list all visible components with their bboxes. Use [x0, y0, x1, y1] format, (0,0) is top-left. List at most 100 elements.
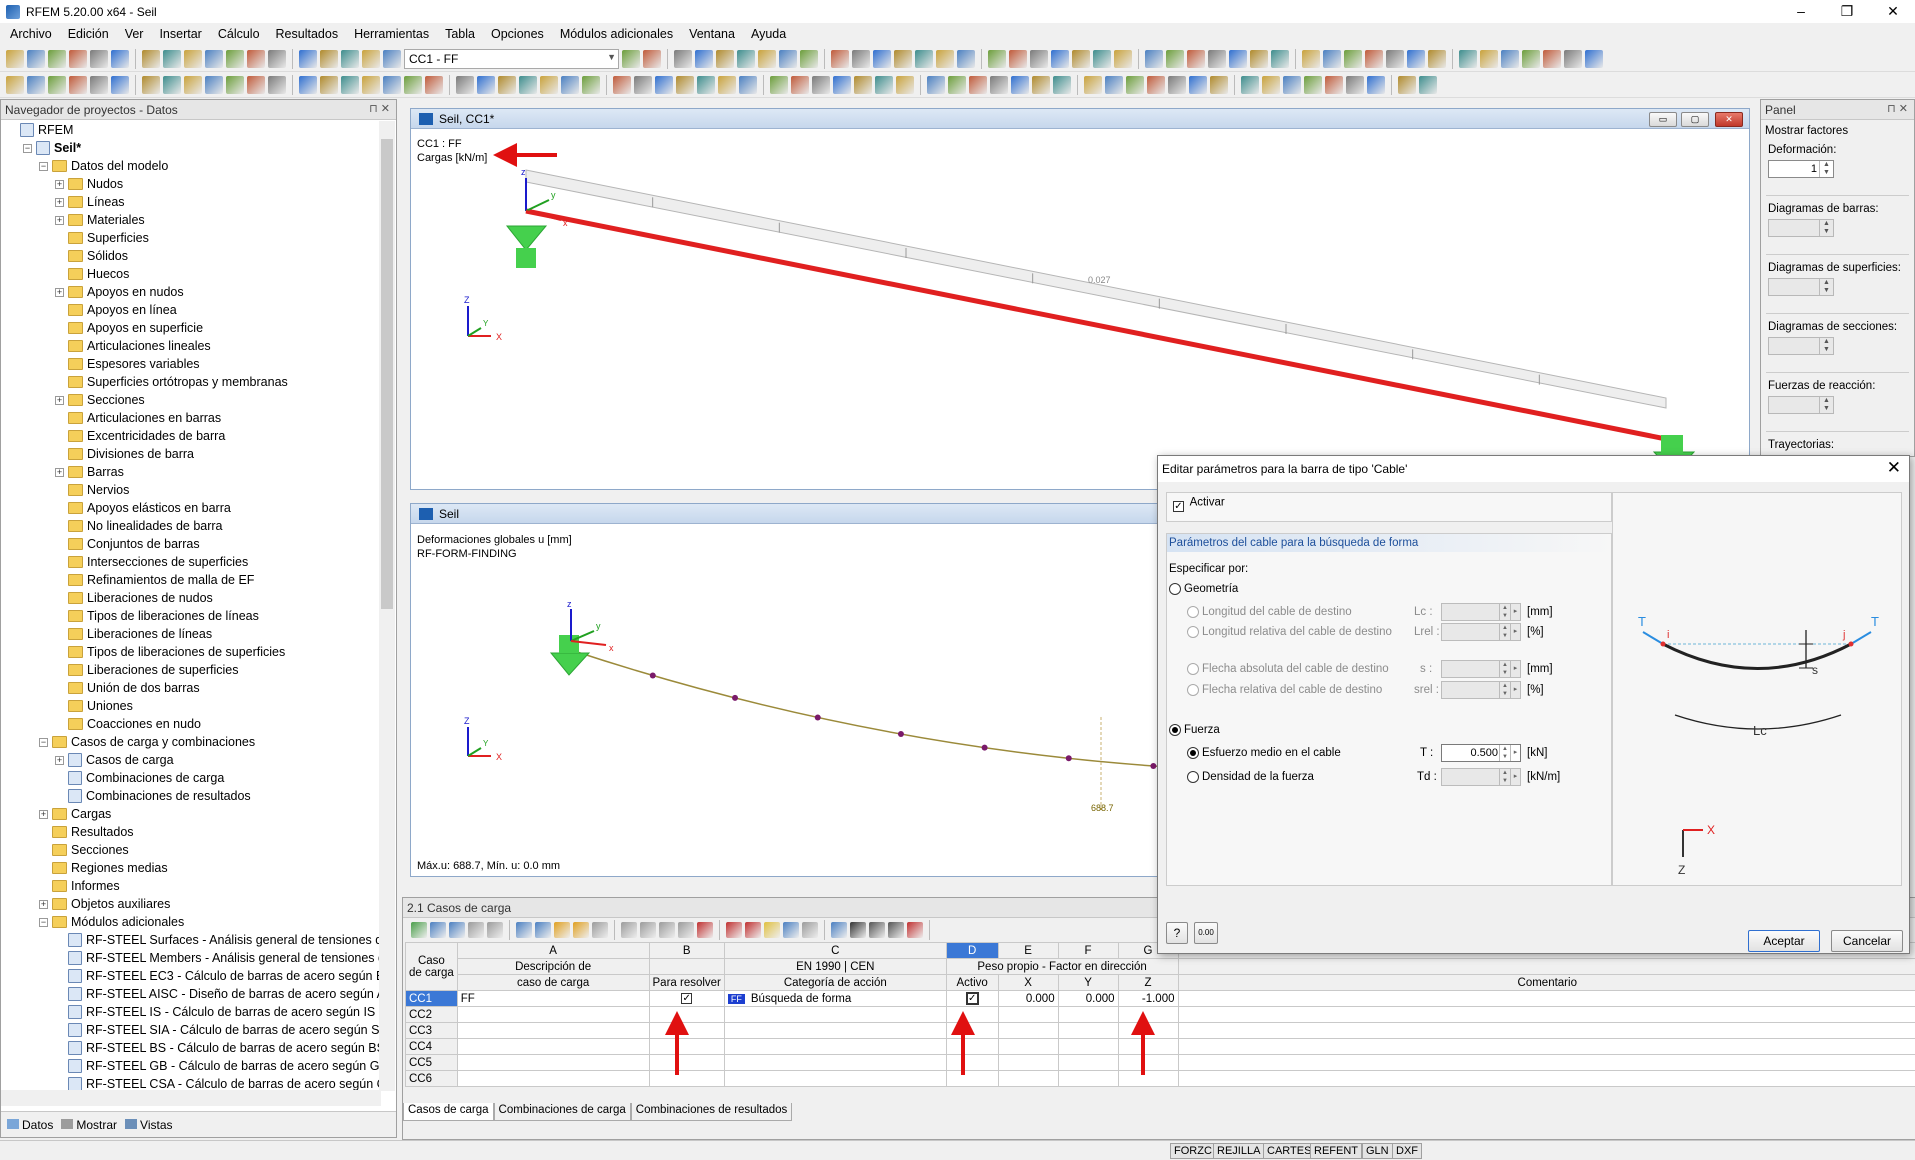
tree-item[interactable]: Sólidos	[1, 247, 381, 265]
chevron-down-icon[interactable]: ▼	[607, 52, 616, 62]
toolbar-tool-icon[interactable]	[142, 49, 160, 68]
toolbar-tool-icon[interactable]	[341, 75, 359, 94]
tab-mostrar[interactable]: Mostrar	[61, 1118, 117, 1132]
pin-icon[interactable]: ⊓ ✕	[1887, 102, 1908, 115]
toolbar-tool-icon[interactable]	[320, 49, 338, 68]
category-cell[interactable]	[723, 1054, 947, 1071]
col-c[interactable]: C	[723, 942, 947, 959]
toolbar-tool-icon[interactable]	[875, 75, 893, 94]
toolbar-tool-icon[interactable]	[247, 49, 265, 68]
tree-item[interactable]: Resultados	[1, 823, 381, 841]
table-row[interactable]: CC4	[405, 1038, 1915, 1055]
toolbar-tool-icon[interactable]	[1051, 49, 1069, 68]
toolbar-tool-icon[interactable]	[362, 75, 380, 94]
menu-herramientas[interactable]: Herramientas	[354, 27, 429, 41]
tree-item[interactable]: − Datos del modelo	[1, 157, 381, 175]
tree-item[interactable]: Articulaciones en barras	[1, 409, 381, 427]
toolbar-tool-icon[interactable]	[1114, 49, 1132, 68]
long-rel-option[interactable]: Longitud relativa del cable de destino	[1187, 626, 1392, 638]
tree-item[interactable]: RF-STEEL EC3 - Cálculo de barras de acer…	[1, 967, 381, 985]
table-tool-icon[interactable]	[783, 922, 799, 938]
category-cell[interactable]	[723, 1022, 947, 1039]
status-gln[interactable]: GLN	[1362, 1143, 1393, 1159]
toolbar-tool-icon[interactable]	[1084, 75, 1102, 94]
toolbar-tool-icon[interactable]	[111, 49, 129, 68]
toolbar-tool-icon[interactable]	[1011, 75, 1029, 94]
table-tool-icon[interactable]	[535, 922, 551, 938]
toolbar-tool-icon[interactable]	[1032, 75, 1050, 94]
toolbar-tool-icon[interactable]	[1367, 75, 1385, 94]
toolbar-tool-icon[interactable]	[1564, 49, 1582, 68]
cancel-button[interactable]: Cancelar	[1831, 930, 1903, 952]
ok-button[interactable]: Aceptar	[1748, 930, 1820, 952]
resolver-cell[interactable]: ✓	[648, 990, 725, 1007]
flecha-abs-radio[interactable]	[1187, 663, 1199, 675]
status-dxf[interactable]: DXF	[1392, 1143, 1422, 1159]
toolbar-tool-icon[interactable]	[184, 49, 202, 68]
tree-item[interactable]: RF-STEEL Members - Análisis general de t…	[1, 949, 381, 967]
toolbar-tool-icon[interactable]	[969, 75, 987, 94]
view-close-button[interactable]: ✕	[1715, 112, 1743, 127]
tree-item[interactable]: + Objetos auxiliares	[1, 895, 381, 913]
col-b[interactable]: B	[648, 942, 725, 959]
table-tool-icon[interactable]	[621, 922, 637, 938]
collapse-icon[interactable]: −	[39, 917, 48, 927]
y-cell[interactable]	[1057, 1054, 1119, 1071]
toolbar-tool-icon[interactable]	[226, 49, 244, 68]
toolbar-tool-icon[interactable]	[184, 75, 202, 94]
row-id[interactable]: CC1	[405, 990, 458, 1007]
y-cell[interactable]	[1057, 1006, 1119, 1023]
toolbar-tool-icon[interactable]	[1304, 75, 1322, 94]
table-tool-icon[interactable]	[592, 922, 608, 938]
toolbar-tool-icon[interactable]	[383, 75, 401, 94]
x-cell[interactable]	[997, 1006, 1059, 1023]
col-f[interactable]: F	[1057, 942, 1119, 959]
densidad-radio[interactable]	[1187, 771, 1199, 783]
col-d[interactable]: D	[945, 942, 999, 959]
x-cell[interactable]	[997, 1038, 1059, 1055]
menu-resultados[interactable]: Resultados	[276, 27, 339, 41]
row-id[interactable]: CC5	[405, 1054, 458, 1071]
tree-item[interactable]: Apoyos en superficie	[1, 319, 381, 337]
fuerza-option[interactable]: Fuerza	[1169, 724, 1220, 736]
minimize-button[interactable]: –	[1778, 0, 1824, 23]
tree-item[interactable]: Articulaciones lineales	[1, 337, 381, 355]
toolbar-tool-icon[interactable]	[1302, 49, 1320, 68]
navigator-scrollbar[interactable]	[379, 121, 395, 1091]
row-id[interactable]: CC6	[405, 1070, 458, 1087]
menu-ventana[interactable]: Ventana	[689, 27, 735, 41]
menu-opciones[interactable]: Opciones	[491, 27, 544, 41]
view-minimize-button[interactable]: ▭	[1649, 112, 1677, 127]
z-cell[interactable]	[1117, 1022, 1179, 1039]
factor-spinner[interactable]: ▲▼	[1768, 278, 1834, 296]
toolbar-tool-icon[interactable]	[634, 75, 652, 94]
tree-item[interactable]: Regiones medias	[1, 859, 381, 877]
toolbar-tool-icon[interactable]	[988, 49, 1006, 68]
toolbar-tool-icon[interactable]	[1283, 75, 1301, 94]
spinner-arrows-icon[interactable]: ▲▼	[1819, 397, 1833, 413]
toolbar-tool-icon[interactable]	[456, 75, 474, 94]
expand-icon[interactable]: +	[55, 287, 64, 297]
tree-item[interactable]: Espesores variables	[1, 355, 381, 373]
toolbar-tool-icon[interactable]	[1428, 49, 1446, 68]
toolbar-tool-icon[interactable]	[1093, 49, 1111, 68]
x-cell[interactable]	[997, 1022, 1059, 1039]
toolbar-tool-icon[interactable]	[833, 75, 851, 94]
long-rel-input[interactable]: ▲ ▼ ▸	[1441, 623, 1521, 641]
toolbar-tool-icon[interactable]	[1398, 75, 1416, 94]
flecha-rel-option[interactable]: Flecha relativa del cable de destino	[1187, 684, 1382, 696]
table-tool-icon[interactable]	[659, 922, 675, 938]
comment-cell[interactable]	[1177, 1054, 1915, 1071]
loadcase-combo[interactable]: CC1 - FF ▼	[404, 48, 619, 69]
toolbar-tool-icon[interactable]	[6, 49, 24, 68]
menu-tabla[interactable]: Tabla	[445, 27, 475, 41]
table-tool-icon[interactable]	[430, 922, 446, 938]
toolbar-tool-icon[interactable]	[90, 75, 108, 94]
toolbar-tool-icon[interactable]	[383, 49, 401, 68]
comment-cell[interactable]	[1177, 990, 1915, 1007]
activo-checkbox[interactable]: ✓	[965, 991, 979, 1005]
factor-spinner[interactable]: ▲▼	[1768, 337, 1834, 355]
tree-item[interactable]: Coacciones en nudo	[1, 715, 381, 733]
toolbar-tool-icon[interactable]	[1168, 75, 1186, 94]
toolbar-tool-icon[interactable]	[1419, 75, 1437, 94]
